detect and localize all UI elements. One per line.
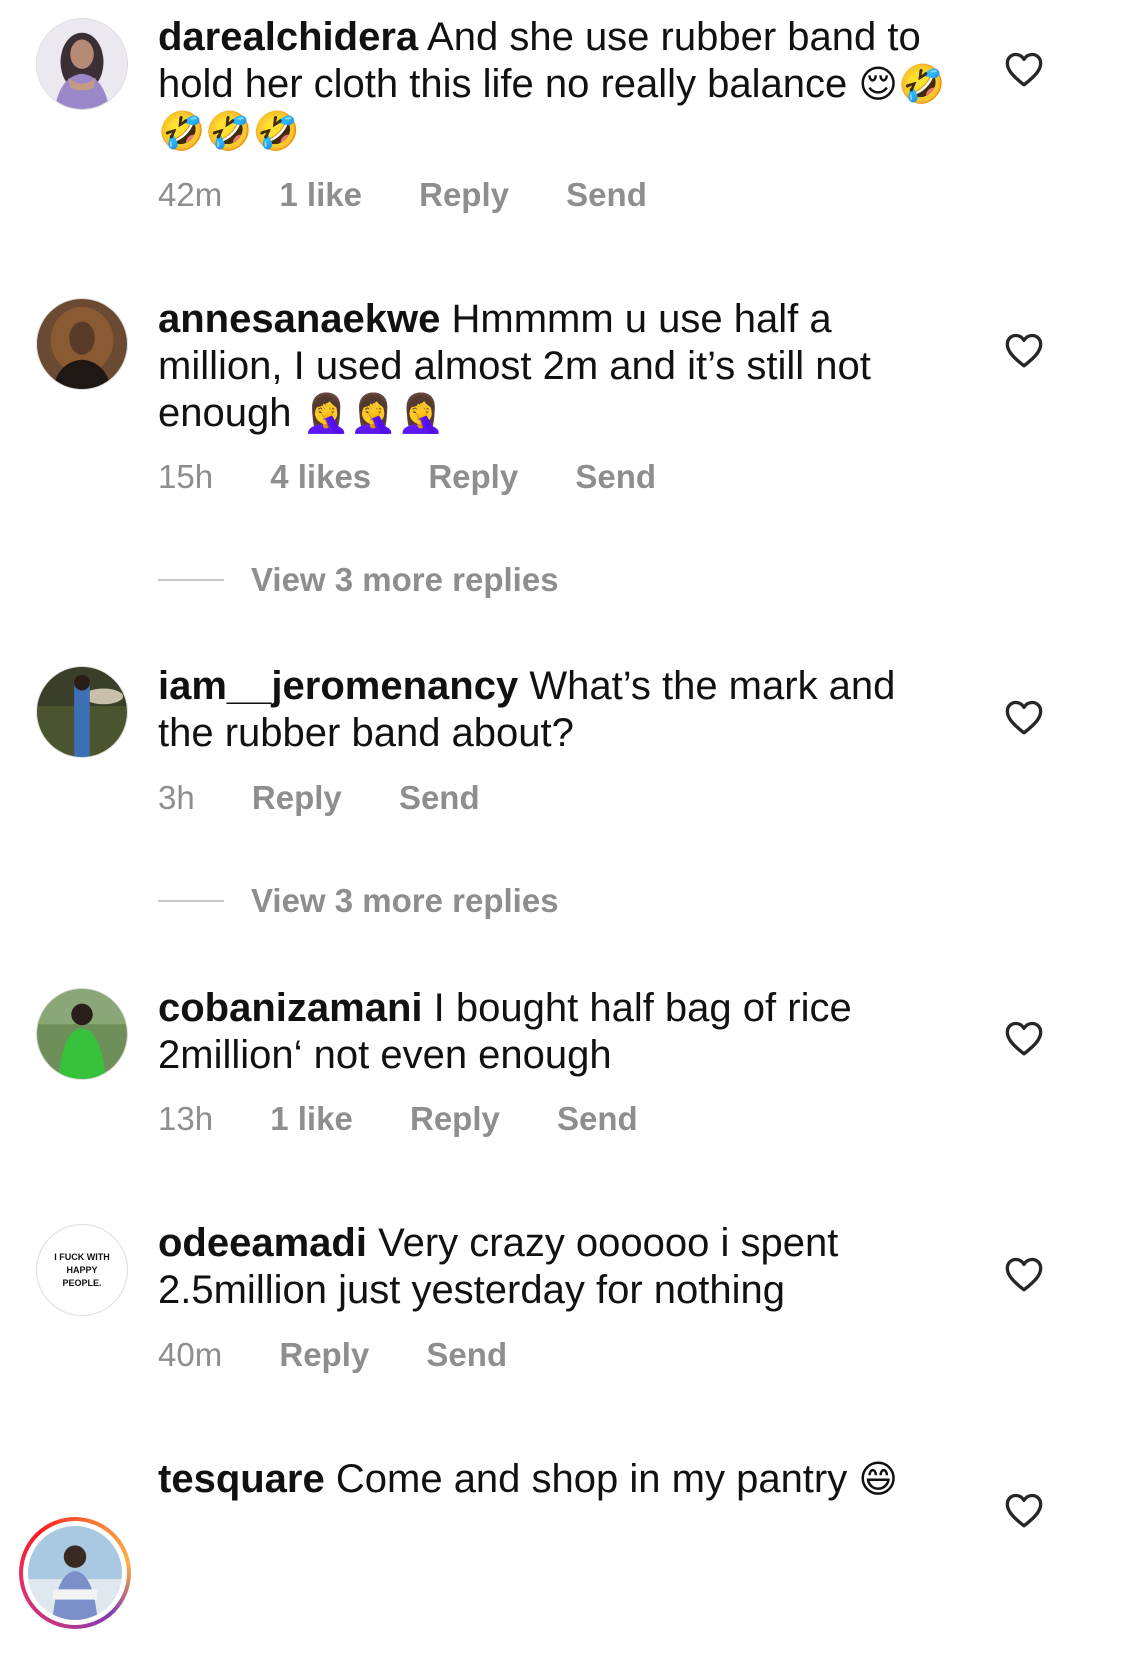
send-button[interactable]: Send: [557, 1100, 638, 1137]
comment-body: iam__jeromenancy What’s the mark and the…: [158, 663, 958, 757]
avatar-story-ring[interactable]: [19, 1517, 131, 1629]
reply-button[interactable]: Reply: [419, 176, 509, 213]
avatar[interactable]: [36, 18, 128, 110]
send-button[interactable]: Send: [426, 1336, 507, 1373]
comment-time: 15h: [158, 458, 214, 495]
comment-meta: 42m 1 like Reply Send: [158, 176, 695, 214]
view-replies-label[interactable]: View 3 more replies: [251, 561, 559, 599]
heart-icon[interactable]: [1004, 698, 1044, 736]
comment-meta: 40m Reply Send: [158, 1336, 555, 1374]
view-replies-label[interactable]: View 3 more replies: [251, 882, 559, 920]
comment-username[interactable]: iam__jeromenancy: [158, 664, 518, 708]
replies-divider: [158, 900, 224, 902]
comment-username[interactable]: darealchidera: [158, 15, 418, 59]
comment-time: 3h: [158, 779, 195, 816]
avatar: [23, 1521, 127, 1625]
avatar[interactable]: I FUCK WITH HAPPY PEOPLE.: [36, 1224, 128, 1316]
comment-meta: 13h 1 like Reply Send: [158, 1100, 686, 1138]
comment-time: 42m: [158, 176, 223, 213]
comment-body: tesquare Come and shop in my pantry 😄: [158, 1456, 958, 1503]
comment-emoji: 😄: [858, 1457, 898, 1501]
heart-icon[interactable]: [1004, 1019, 1044, 1057]
comment-body: odeeamadi Very crazy oooooo i spent 2.5m…: [158, 1220, 958, 1314]
comment-likes[interactable]: 4 likes: [270, 458, 371, 495]
reply-button[interactable]: Reply: [252, 779, 342, 816]
avatar[interactable]: [36, 666, 128, 758]
comment-username[interactable]: cobanizamani: [158, 986, 423, 1030]
view-more-replies[interactable]: View 3 more replies: [158, 881, 559, 921]
replies-divider: [158, 579, 224, 581]
comment-time: 13h: [158, 1100, 214, 1137]
comment-likes[interactable]: 1 like: [279, 176, 362, 213]
comment-likes[interactable]: 1 like: [270, 1100, 353, 1137]
reply-button[interactable]: Reply: [279, 1336, 369, 1373]
heart-icon[interactable]: [1004, 1491, 1044, 1529]
send-button[interactable]: Send: [566, 176, 647, 213]
heart-icon[interactable]: [1004, 1255, 1044, 1293]
reply-button[interactable]: Reply: [410, 1100, 500, 1137]
comment-body: cobanizamani I bought half bag of rice 2…: [158, 985, 958, 1079]
comment-body: darealchidera And she use rubber band to…: [158, 14, 958, 155]
comment-meta: 15h 4 likes Reply Send: [158, 458, 704, 496]
heart-icon[interactable]: [1004, 331, 1044, 369]
comment-body: annesanaekwe Hmmmm u use half a million,…: [158, 296, 958, 437]
avatar-text: I FUCK WITH HAPPY PEOPLE.: [54, 1251, 110, 1288]
reply-button[interactable]: Reply: [428, 458, 518, 495]
comment-time: 40m: [158, 1336, 223, 1373]
avatar[interactable]: [36, 988, 128, 1080]
avatar[interactable]: [36, 298, 128, 390]
comment-emoji: 🤦‍♀️🤦‍♀️🤦‍♀️: [302, 391, 445, 435]
comment-text: Come and shop in my pantry: [335, 1457, 848, 1501]
comment-username[interactable]: tesquare: [158, 1457, 325, 1501]
comment-username[interactable]: odeeamadi: [158, 1221, 367, 1265]
send-button[interactable]: Send: [575, 458, 656, 495]
send-button[interactable]: Send: [399, 779, 480, 816]
comment-username[interactable]: annesanaekwe: [158, 297, 440, 341]
comment-meta: 3h Reply Send: [158, 779, 528, 817]
heart-icon[interactable]: [1004, 50, 1044, 88]
view-more-replies[interactable]: View 3 more replies: [158, 560, 559, 600]
